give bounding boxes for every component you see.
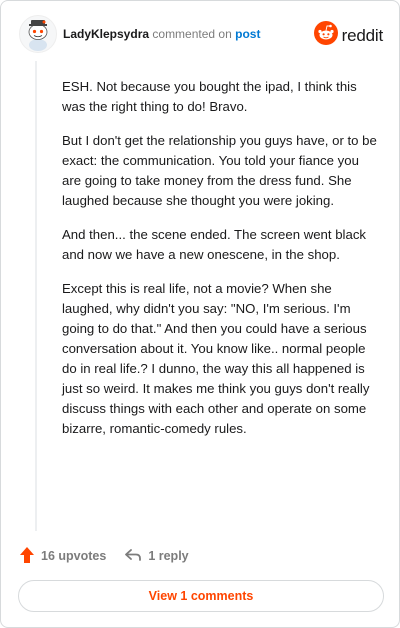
comment-meta: LadyKlepsydra commented on post	[63, 27, 260, 41]
comment-card: LadyKlepsydra commented on post reddit E…	[0, 0, 400, 628]
reddit-wordmark: reddit	[341, 25, 384, 45]
comment-header: LadyKlepsydra commented on post reddit	[19, 15, 383, 55]
comment-paragraph: Except this is real life, not a movie? W…	[62, 281, 370, 436]
upvote-count: 16 upvotes	[41, 549, 107, 563]
upvote-button[interactable]: 16 upvotes	[19, 546, 106, 567]
upvote-arrow-icon	[19, 546, 41, 567]
reddit-logo[interactable]: reddit	[313, 21, 384, 50]
comment-actions: 16 upvotes 1 reply	[19, 546, 189, 566]
reply-count: 1 reply	[148, 549, 189, 563]
reddit-logo-icon	[313, 21, 338, 50]
reply-arrow-icon	[124, 547, 148, 566]
comment-paragraph: And then... the scene ended. The screen …	[62, 227, 367, 262]
comment-paragraph: ESH. Not because you bought the ipad, I …	[62, 79, 357, 114]
thread-line[interactable]	[35, 61, 37, 531]
reply-button[interactable]: 1 reply	[124, 547, 189, 566]
view-comments-button[interactable]: View 1 comments	[18, 580, 384, 612]
comment-body: ESH. Not because you bought the ipad, I …	[62, 77, 380, 453]
commented-text: commented on	[152, 27, 232, 41]
username[interactable]: LadyKlepsydra	[63, 27, 149, 41]
post-link[interactable]: post	[235, 27, 260, 41]
snoo-avatar-icon[interactable]	[19, 15, 57, 53]
comment-paragraph: But I don't get the relationship you guy…	[62, 133, 377, 208]
